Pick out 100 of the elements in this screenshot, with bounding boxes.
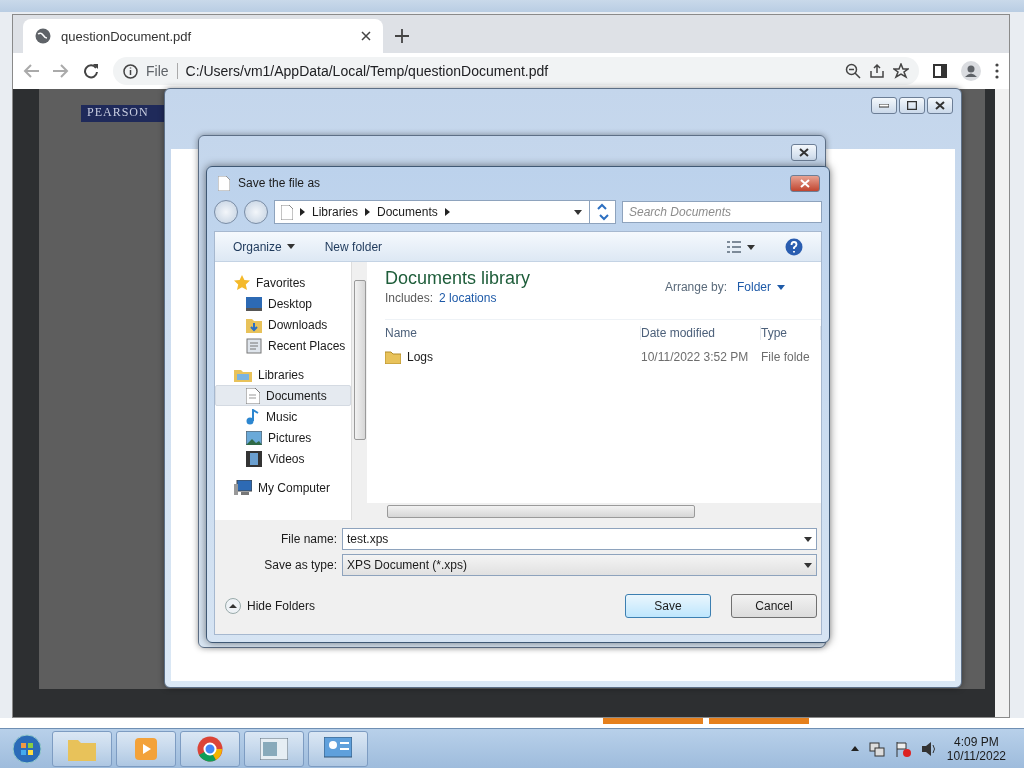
caret-icon [804, 536, 812, 542]
zoom-out-icon [845, 63, 861, 79]
column-header[interactable]: Name [385, 325, 641, 340]
document-viewer-icon [260, 737, 288, 760]
menu-icon[interactable] [995, 63, 999, 79]
nav-item[interactable]: My Computer [215, 477, 351, 498]
close-icon[interactable] [361, 31, 371, 41]
library-title: Documents library [385, 268, 531, 289]
field-label: File name: [279, 532, 337, 546]
help-icon[interactable] [785, 237, 803, 256]
new-tab-icon[interactable] [395, 29, 409, 43]
maximize-icon [907, 101, 917, 110]
url-text: C:/Users/vm1/AppData/Local/Temp/questionDocument.pdf [185, 63, 550, 79]
star-icon [893, 63, 909, 79]
new-folder-button[interactable]: New folder [324, 239, 383, 254]
desktop-icon [246, 296, 262, 311]
libraries-icon [234, 367, 252, 382]
profile-icon[interactable] [961, 61, 981, 81]
date-cell-text: 10/11/2022 3:52 PM [641, 350, 750, 364]
recent-places-icon [246, 337, 262, 354]
network-icon[interactable] [868, 740, 885, 757]
organize-button[interactable]: Organize [233, 239, 295, 254]
info-icon [123, 63, 138, 79]
scroll-thumb[interactable] [387, 505, 695, 518]
search-field[interactable]: Search Documents [622, 201, 822, 223]
nav-item[interactable]: Videos [215, 448, 351, 469]
nav-item[interactable]: Recent Places [215, 335, 351, 356]
breadcrumb-item[interactable]: Documents [377, 205, 438, 219]
maximize-button[interactable] [899, 97, 925, 114]
nav-item[interactable]: Desktop [215, 293, 351, 314]
pictures-icon [246, 430, 262, 445]
caret-icon [574, 209, 582, 215]
locations-link[interactable]: 2 locations [439, 291, 497, 305]
hide-folders-button[interactable]: Hide Folders [225, 598, 605, 614]
share-icon [869, 63, 885, 79]
media-player-icon [135, 737, 157, 760]
library-icon [281, 204, 293, 220]
chevron-icon [444, 208, 450, 216]
chevron-up-icon [225, 598, 241, 614]
close-button[interactable] [791, 144, 817, 161]
tab-title: questionDocument.pdf [61, 28, 193, 44]
clock-time: 4:09 PM [954, 734, 999, 749]
address-bar[interactable]: File C:/Users/vm1/AppData/Local/Temp/questionDocument.pdf [113, 57, 919, 85]
document-icon [218, 175, 230, 191]
folder-icon [385, 350, 401, 364]
scroll-thumb[interactable] [353, 280, 366, 440]
star-icon [234, 274, 250, 291]
film-icon [246, 450, 262, 467]
speaker-icon[interactable] [920, 740, 937, 757]
document-icon [246, 387, 260, 404]
back-button[interactable] [214, 200, 238, 224]
caret-icon [804, 562, 812, 568]
minimize-button[interactable] [871, 97, 897, 114]
field-label: Save as type: [263, 558, 337, 572]
close-icon [799, 148, 809, 157]
close-icon [935, 101, 945, 110]
file-name-field[interactable]: test.xps [342, 528, 817, 550]
control-panel-icon [324, 736, 352, 761]
column-header[interactable]: Date modified [641, 325, 761, 340]
clock[interactable]: 4:09 PM 10/11/2022 [946, 734, 1006, 763]
side-panel-icon[interactable] [933, 64, 947, 78]
computer-icon [234, 479, 252, 496]
browser-tab[interactable]: questionDocument.pdf [23, 19, 383, 53]
address-bar[interactable]: Libraries Documents [274, 200, 616, 224]
close-button[interactable] [927, 97, 953, 114]
arrange-label: Arrange by: [664, 280, 727, 294]
flag-error-icon[interactable] [894, 740, 911, 757]
windows-logo-icon [12, 733, 42, 764]
taskbar-button[interactable] [308, 730, 368, 767]
nav-item[interactable]: Documents [215, 385, 351, 406]
chevron-icon [365, 208, 371, 216]
nav-item[interactable]: Favorites [215, 272, 351, 293]
browser-logo-icon [197, 735, 223, 762]
chevron-icon [300, 208, 305, 216]
file-type-dropdown[interactable]: XPS Document (*.xps) [342, 554, 817, 576]
chevron-up-icon[interactable] [850, 746, 859, 751]
dialog-button[interactable]: Cancel [731, 594, 817, 618]
caret-icon [286, 244, 295, 249]
dialog-button[interactable]: Save [625, 594, 711, 618]
logo: PEARSON [81, 105, 167, 122]
nav-item[interactable]: Downloads [215, 314, 351, 335]
breadcrumb-item[interactable]: Libraries [312, 205, 359, 219]
close-icon [800, 179, 810, 188]
globe-icon [35, 28, 51, 44]
minimize-icon [879, 103, 889, 108]
forward-button[interactable] [244, 200, 268, 224]
taskbar-button[interactable] [180, 730, 240, 767]
arrange-dropdown[interactable]: Folder [737, 280, 785, 294]
file-name-cell[interactable]: Logs [385, 350, 641, 364]
scheme-label: File [146, 63, 178, 79]
caret-icon [777, 284, 785, 290]
nav-item[interactable]: Music [215, 406, 351, 427]
music-note-icon [246, 408, 260, 425]
nav-item[interactable]: Libraries [215, 364, 351, 385]
includes-label: Includes: [385, 291, 434, 305]
column-header[interactable]: Type [761, 325, 821, 340]
reload-icon[interactable] [83, 63, 99, 79]
folder-download-icon [246, 316, 262, 333]
nav-item[interactable]: Pictures [215, 427, 351, 448]
view-list-icon[interactable] [727, 240, 755, 253]
